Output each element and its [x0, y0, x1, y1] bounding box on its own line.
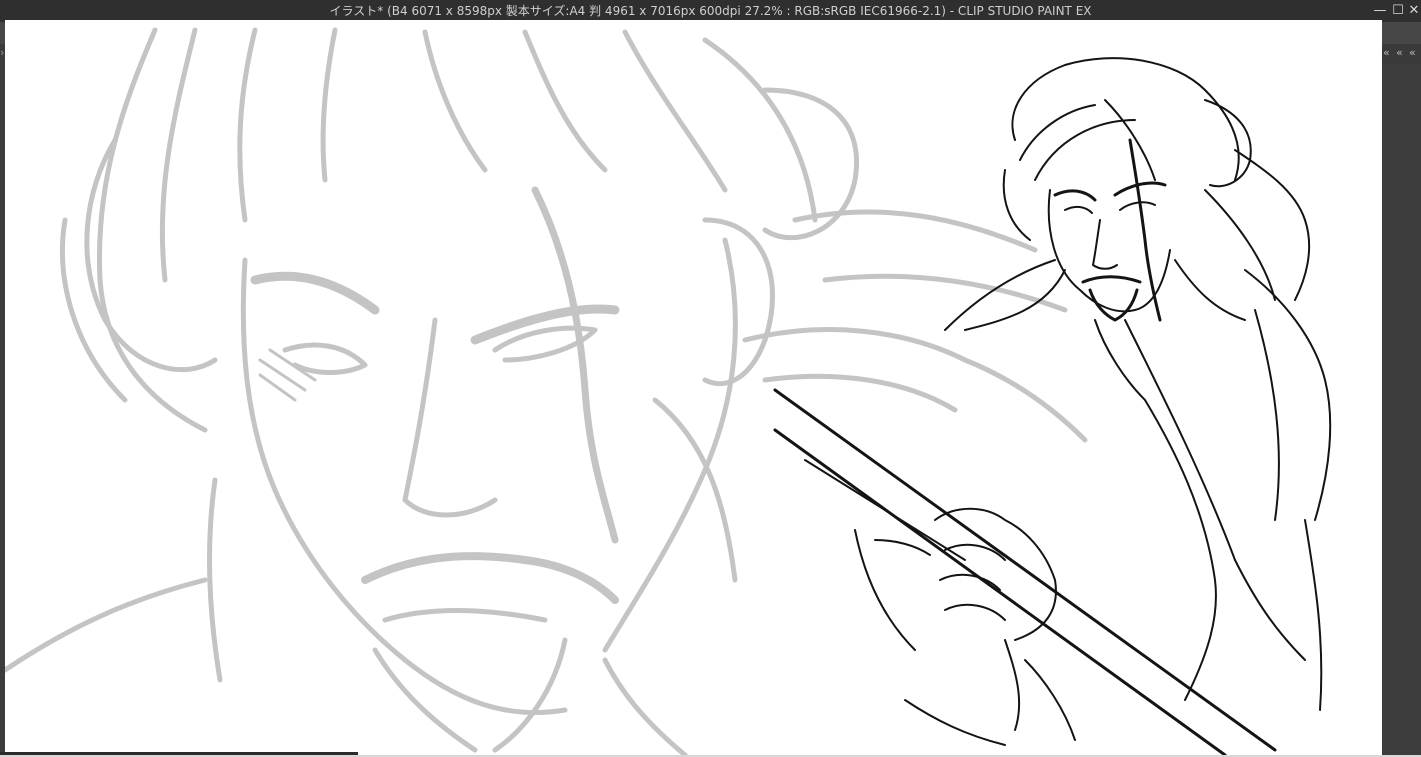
sketch-layer: [5, 27, 1088, 755]
window-title: イラスト* (B4 6071 x 8598px 製本サイズ:A4 判 4961 …: [329, 4, 1092, 18]
title-bar[interactable]: イラスト* (B4 6071 x 8598px 製本サイズ:A4 判 4961 …: [0, 0, 1421, 22]
right-panel-edge: [1382, 64, 1421, 757]
maximize-icon[interactable]: ☐: [1390, 0, 1406, 22]
minimize-icon[interactable]: —: [1372, 0, 1388, 22]
canvas-area[interactable]: [5, 20, 1382, 755]
artwork: [5, 27, 1332, 755]
canvas[interactable]: [5, 20, 1382, 755]
collapse-panel-icon[interactable]: «: [1409, 44, 1416, 62]
collapse-panel-icon[interactable]: «: [1383, 44, 1390, 62]
left-dock-arrow-icon[interactable]: ›: [0, 44, 4, 62]
collapse-panel-icon[interactable]: «: [1396, 44, 1403, 62]
app-window: イラスト* (B4 6071 x 8598px 製本サイズ:A4 判 4961 …: [0, 0, 1421, 757]
close-icon[interactable]: ✕: [1406, 0, 1421, 22]
